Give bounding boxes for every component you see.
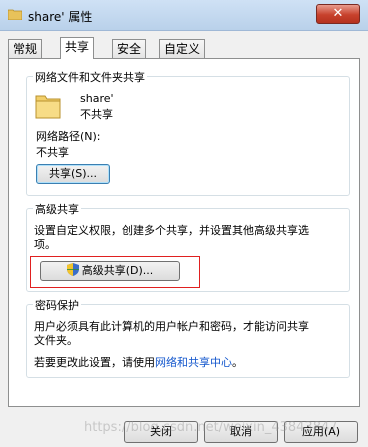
- tab-general[interactable]: 常规: [8, 39, 43, 58]
- watermark: https://blog.csdn.net/weixin_43843847: [84, 420, 338, 435]
- title-bar: share' 属性 ✕: [0, 0, 368, 31]
- network-sharing-title: 网络文件和文件夹共享: [33, 69, 147, 85]
- tab-security[interactable]: 安全: [112, 39, 147, 58]
- password-protection-title: 密码保护: [33, 297, 81, 313]
- network-center-prefix: 若要更改此设置，请使用: [34, 356, 155, 369]
- window-close-button[interactable]: ✕: [316, 4, 360, 24]
- tab-sharing[interactable]: 共享: [60, 37, 95, 59]
- uac-shield-icon: [66, 263, 79, 276]
- advanced-sharing-description-line2: 项。: [34, 238, 56, 251]
- tab-customize[interactable]: 自定义: [159, 39, 206, 58]
- folder-icon: [8, 9, 22, 20]
- password-description-line2: 文件夹。: [34, 334, 78, 347]
- network-center-sentence: 若要更改此设置，请使用网络和共享中心。: [34, 354, 243, 370]
- advanced-sharing-button-label: 高级共享(D)...: [81, 264, 154, 277]
- advanced-sharing-description-line1: 设置自定义权限，创建多个共享，并设置其他高级共享选: [34, 224, 309, 237]
- network-path-label: 网络路径(N):: [36, 130, 101, 143]
- window-title: share' 属性: [28, 10, 93, 24]
- advanced-sharing-title: 高级共享: [33, 201, 81, 217]
- network-center-suffix: 。: [232, 356, 243, 369]
- network-sharing-center-link[interactable]: 网络和共享中心: [155, 356, 232, 369]
- share-button[interactable]: 共享(S)...: [36, 164, 110, 184]
- folder-name: share': [80, 92, 114, 105]
- shared-folder-icon: [35, 95, 61, 119]
- advanced-sharing-button[interactable]: 高级共享(D)...: [40, 261, 180, 281]
- network-path-value: 不共享: [36, 146, 69, 159]
- share-status: 不共享: [80, 108, 113, 121]
